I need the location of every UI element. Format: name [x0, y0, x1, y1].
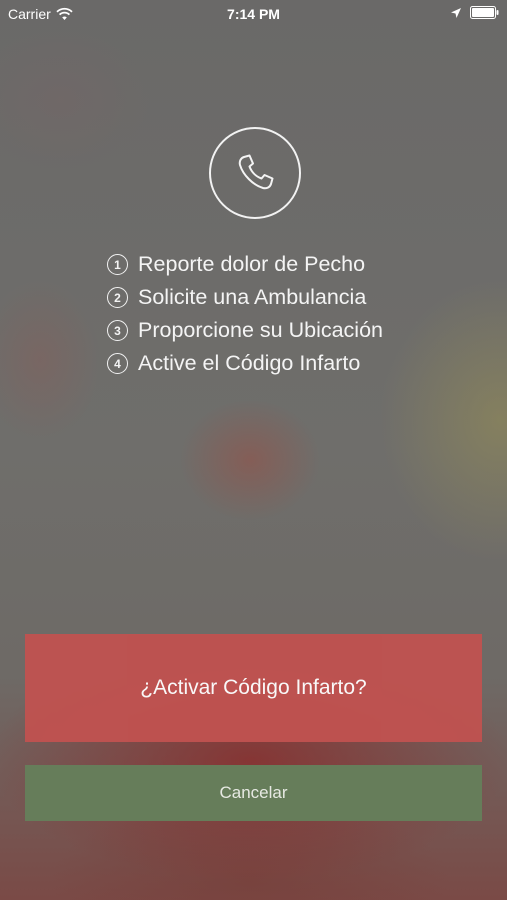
status-bar: Carrier 7:14 PM — [0, 0, 507, 28]
cancel-button[interactable]: Cancelar — [25, 765, 482, 821]
step-item: 3 Proporcione su Ubicación — [107, 314, 437, 347]
step-label: Reporte dolor de Pecho — [138, 252, 366, 276]
status-right-group — [450, 6, 499, 19]
step-number-badge: 3 — [107, 320, 128, 341]
location-icon — [451, 7, 461, 18]
step-label: Active el Código Infarto — [138, 351, 361, 375]
status-time: 7:14 PM — [227, 6, 280, 22]
step-item: 2 Solicite una Ambulancia — [107, 281, 437, 314]
step-label: Proporcione su Ubicación — [138, 318, 383, 342]
battery-icon — [470, 6, 499, 19]
step-number-badge: 1 — [107, 254, 128, 275]
step-item: 4 Active el Código Infarto — [107, 347, 437, 380]
activate-code-button[interactable]: ¿Activar Código Infarto? — [25, 634, 482, 742]
phone-icon — [238, 154, 274, 190]
step-number-badge: 4 — [107, 353, 128, 374]
step-label: Solicite una Ambulancia — [138, 285, 367, 309]
step-number-badge: 2 — [107, 287, 128, 308]
step-item: 1 Reporte dolor de Pecho — [107, 248, 437, 281]
steps-list: 1 Reporte dolor de Pecho 2 Solicite una … — [107, 248, 437, 380]
phone-icon-circle — [209, 127, 301, 219]
